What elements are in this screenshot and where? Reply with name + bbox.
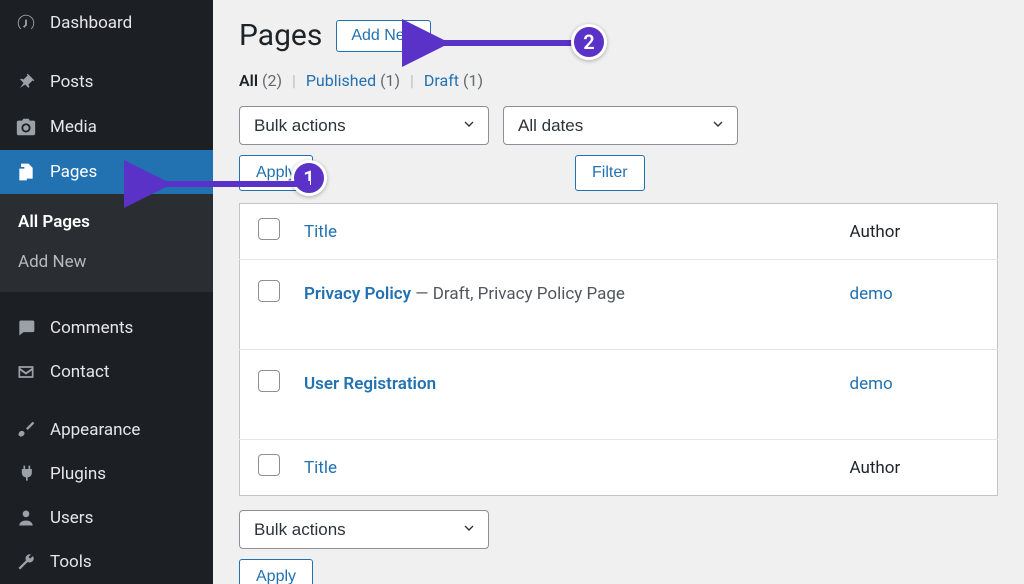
sidebar-item-contact[interactable]: Contact [0,350,213,394]
date-filter-select[interactable]: All dates [503,106,738,145]
table-row: Privacy Policy — Draft, Privacy Policy P… [240,260,998,350]
post-state: — Draft, Privacy Policy Page [411,284,625,304]
status-filter-all[interactable]: All (2) [239,71,286,90]
sidebar-item-pages[interactable]: Pages [0,150,213,194]
add-new-button[interactable]: Add New [336,20,431,52]
stack-icon [14,162,38,182]
column-author[interactable]: Author [838,204,998,260]
sidebar-item-label: Appearance [50,420,140,440]
bulk-actions-select[interactable]: Bulk actions [239,106,489,145]
brush-icon [14,420,38,440]
status-filter-links: All (2) | Published (1) | Draft (1) [239,71,998,90]
row-author-link[interactable]: demo [838,350,998,440]
camera-icon [14,116,38,138]
status-filter-published[interactable]: Published (1) [306,71,404,90]
sidebar-submenu: All Pages Add New [0,194,213,292]
sidebar-item-label: Dashboard [50,13,132,33]
sidebar-item-label: Posts [50,72,93,92]
select-all-checkbox[interactable] [258,218,280,240]
sidebar-item-dashboard[interactable]: Dashboard [0,0,213,46]
sidebar-item-plugins[interactable]: Plugins [0,452,213,496]
sidebar-subitem-add-new[interactable]: Add New [0,242,213,282]
status-filter-draft[interactable]: Draft (1) [424,71,483,90]
sidebar-item-appearance[interactable]: Appearance [0,408,213,452]
sidebar-item-label: Contact [50,362,109,382]
row-author-link[interactable]: demo [838,260,998,350]
sidebar-item-tools[interactable]: Tools [0,540,213,584]
sidebar-item-label: Users [50,508,93,528]
pin-icon [14,72,38,92]
sidebar-subitem-all-pages[interactable]: All Pages [0,202,213,242]
plug-icon [14,464,38,484]
apply-button-bottom[interactable]: Apply [239,559,313,584]
wrench-icon [14,552,38,572]
row-checkbox[interactable] [258,280,280,302]
main-content: Pages Add New All (2) | Published (1) | … [213,0,1024,584]
pages-table: Title Author Privacy Policy — Draft, Pri… [239,203,998,496]
table-row: User Registration demo [240,350,998,440]
sidebar-item-label: Media [50,117,97,137]
sidebar-item-posts[interactable]: Posts [0,60,213,104]
sidebar-item-label: Comments [50,318,133,338]
mail-icon [14,362,38,382]
sidebar-item-media[interactable]: Media [0,104,213,150]
gauge-icon [14,12,38,34]
sidebar-item-label: Tools [50,552,92,572]
chat-icon [14,318,38,338]
select-all-checkbox-bottom[interactable] [258,454,280,476]
page-title: Pages [239,18,322,53]
sidebar-item-users[interactable]: Users [0,496,213,540]
column-author-footer[interactable]: Author [838,440,998,496]
row-title-link[interactable]: User Registration [304,374,436,394]
row-title-link[interactable]: Privacy Policy [304,284,411,304]
sidebar-item-label: Pages [50,162,97,182]
user-icon [14,508,38,528]
sidebar-item-label: Plugins [50,464,106,484]
bulk-actions-select-bottom[interactable]: Bulk actions [239,510,489,549]
filter-button[interactable]: Filter [575,155,645,191]
column-title[interactable]: Title [292,204,838,260]
column-title-footer[interactable]: Title [292,440,838,496]
admin-sidebar: Dashboard Posts Media Pages All Pages Ad… [0,0,213,584]
row-checkbox[interactable] [258,370,280,392]
apply-button[interactable]: Apply [239,155,313,191]
sidebar-item-comments[interactable]: Comments [0,306,213,350]
